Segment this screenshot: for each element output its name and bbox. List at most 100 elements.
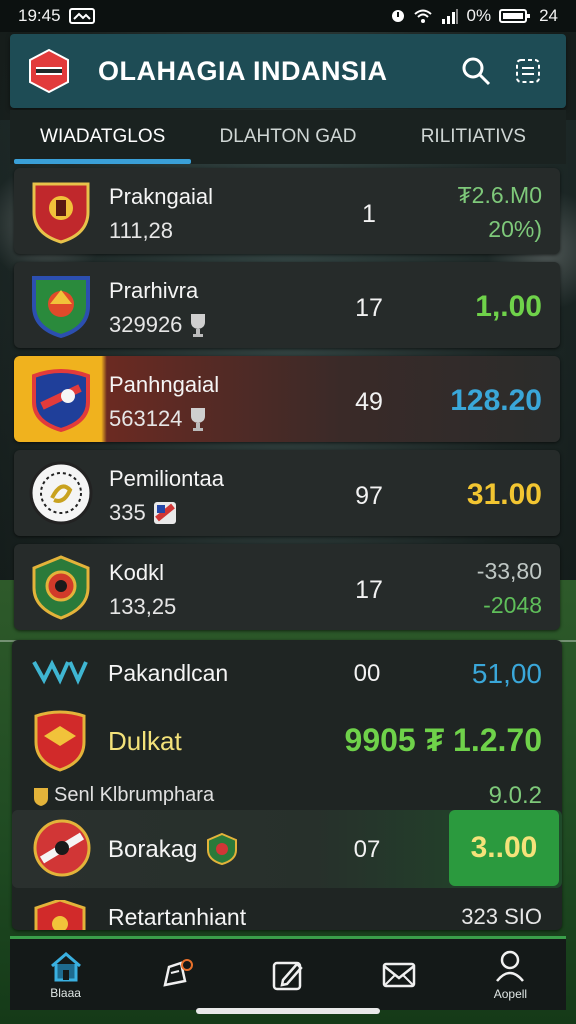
nav-profile-label: Aopell xyxy=(493,986,528,1001)
home-indicator[interactable] xyxy=(196,1008,380,1014)
team-value: 128.20 xyxy=(450,384,542,417)
edit-icon xyxy=(272,961,303,990)
trophy-icon xyxy=(191,314,206,337)
team-name: Pemiliontaa xyxy=(109,466,224,491)
team-value: 323 SIO xyxy=(461,904,542,929)
team-value: 9905 ₮ 1.2.70 xyxy=(344,722,542,758)
list-item[interactable]: Prarhivra 329926 17 1,.00 xyxy=(14,262,560,348)
team-value: 1,.00 xyxy=(475,290,542,323)
team-crest-icon xyxy=(32,276,90,338)
team-crest-icon xyxy=(32,555,90,620)
app-logo xyxy=(26,48,72,94)
tab-1[interactable]: WIADATGLOS xyxy=(10,110,195,164)
small-badge-icon xyxy=(34,788,48,806)
nav-profile[interactable]: Aopell xyxy=(455,939,566,1010)
app-bar: OLAHAGIA INDANSIA xyxy=(10,34,566,108)
team-number: 49 xyxy=(355,388,383,416)
team-name: Borakag xyxy=(108,836,198,863)
list-item[interactable]: Dulkat 9905 ₮ 1.2.70 xyxy=(12,702,562,778)
nav-home-label: Blaaa xyxy=(50,985,81,1000)
odds-value: 3..00 xyxy=(470,831,538,864)
team-sub: 133,25 xyxy=(109,594,176,620)
status-right-number: 24 xyxy=(539,6,558,25)
signal-icon xyxy=(441,9,458,24)
team-sub: 111,28 xyxy=(109,218,173,244)
status-time: 19:45 xyxy=(18,6,61,25)
team-value: 31.00 xyxy=(466,478,542,511)
team-value-bottom: -2048 xyxy=(483,592,542,618)
team-crest-icon xyxy=(29,461,93,525)
team-number: 97 xyxy=(355,482,383,510)
news-icon xyxy=(163,958,193,987)
team-name: Prakngaial xyxy=(109,184,213,209)
home-icon xyxy=(50,951,81,981)
team-number: 1 xyxy=(362,200,376,228)
team-crest-icon xyxy=(33,819,91,877)
bottom-navigation: Blaaa Aopell xyxy=(10,936,566,1010)
list-item[interactable]: Prakngaial 111,28 1 ₮2.6.M0 20%) xyxy=(14,168,560,254)
tab-1-label: WIADATGLOS xyxy=(40,126,166,147)
team-sub: 335 xyxy=(109,500,178,526)
notification-icon xyxy=(68,8,95,24)
team-number: 07 xyxy=(353,836,381,863)
team-value-bottom: 20%) xyxy=(488,216,542,242)
team-sub: 329926 xyxy=(109,312,208,338)
team-name: Retartanhiant xyxy=(108,904,247,930)
search-icon xyxy=(462,57,491,86)
tab-3[interactable]: RILITIATIVS xyxy=(381,110,566,164)
tab-3-label: RILITIATIVS xyxy=(420,126,526,147)
team-logo-icon xyxy=(32,659,88,685)
team-crest-icon xyxy=(32,369,90,432)
filter-button[interactable] xyxy=(506,49,550,93)
matches-panel: Pakandlcan 00 51,00 Dulkat 9905 ₮ 1.2.70… xyxy=(12,640,562,930)
team-sub-value: 563124 xyxy=(109,406,183,431)
tab-2-label: DLAHTON GAD xyxy=(219,126,357,147)
list-item[interactable]: Pemiliontaa 335 97 31.00 xyxy=(14,450,560,536)
team-name: Pakandlcan xyxy=(108,660,229,686)
team-crest-icon xyxy=(32,182,90,244)
odds-button[interactable]: 3..00 xyxy=(449,810,559,886)
filter-icon xyxy=(516,59,540,83)
team-number: 00 xyxy=(353,660,381,687)
list-item[interactable]: Borakag 07 3..00 xyxy=(12,810,562,888)
app-title: OLAHAGIA INDANSIA xyxy=(98,55,388,86)
tab-2[interactable]: DLAHTON GAD xyxy=(195,110,380,164)
list-item[interactable]: Retartanhiant 323 SIO xyxy=(12,894,562,930)
team-sub-value: 133,25 xyxy=(109,594,177,619)
team-value-top: ₮2.6.M0 xyxy=(457,182,542,208)
badge-icon xyxy=(153,502,176,524)
list-item-highlighted[interactable]: Panhngaial 563124 49 128.20 xyxy=(14,356,560,442)
team-crest-icon xyxy=(34,900,86,930)
team-value-top: -33,80 xyxy=(476,558,542,584)
team-value: 51,00 xyxy=(471,658,542,689)
list-item[interactable]: Pakandlcan 00 51,00 xyxy=(12,640,562,706)
team-sub: 563124 xyxy=(109,406,208,432)
team-name: Kodkl xyxy=(109,560,165,585)
nav-mail[interactable] xyxy=(344,939,455,1010)
team-sub-value: 111,28 xyxy=(109,218,174,243)
team-value: 9.0.2 xyxy=(488,782,542,809)
team-name: Prarhivra xyxy=(109,278,199,303)
wifi-icon xyxy=(413,9,432,23)
list-item[interactable]: Kodkl 133,25 17 -33,80 -2048 xyxy=(14,544,560,630)
team-number: 17 xyxy=(355,576,383,604)
battery-icon xyxy=(499,9,531,23)
badge-icon xyxy=(207,832,237,866)
nav-edit[interactable] xyxy=(232,939,343,1010)
team-sub-value: 335 xyxy=(109,500,146,525)
trophy-icon xyxy=(191,408,206,431)
team-name: Dulkat xyxy=(108,726,182,756)
mail-icon xyxy=(382,962,416,987)
team-sub-value: 329926 xyxy=(109,312,183,337)
team-number: 17 xyxy=(355,294,383,322)
nav-news[interactable] xyxy=(121,939,232,1010)
team-name: Senl Klbrumphara xyxy=(54,784,215,806)
nav-home[interactable]: Blaaa xyxy=(10,939,121,1010)
team-name: Panhngaial xyxy=(109,372,220,397)
tab-bar: WIADATGLOS DLAHTON GAD RILITIATIVS xyxy=(10,110,566,164)
status-bar: 19:45 0% 24 xyxy=(0,0,576,32)
profile-icon xyxy=(496,950,525,982)
alarm-icon xyxy=(391,10,404,22)
search-button[interactable] xyxy=(454,49,498,93)
battery-percent: 0% xyxy=(466,6,492,25)
